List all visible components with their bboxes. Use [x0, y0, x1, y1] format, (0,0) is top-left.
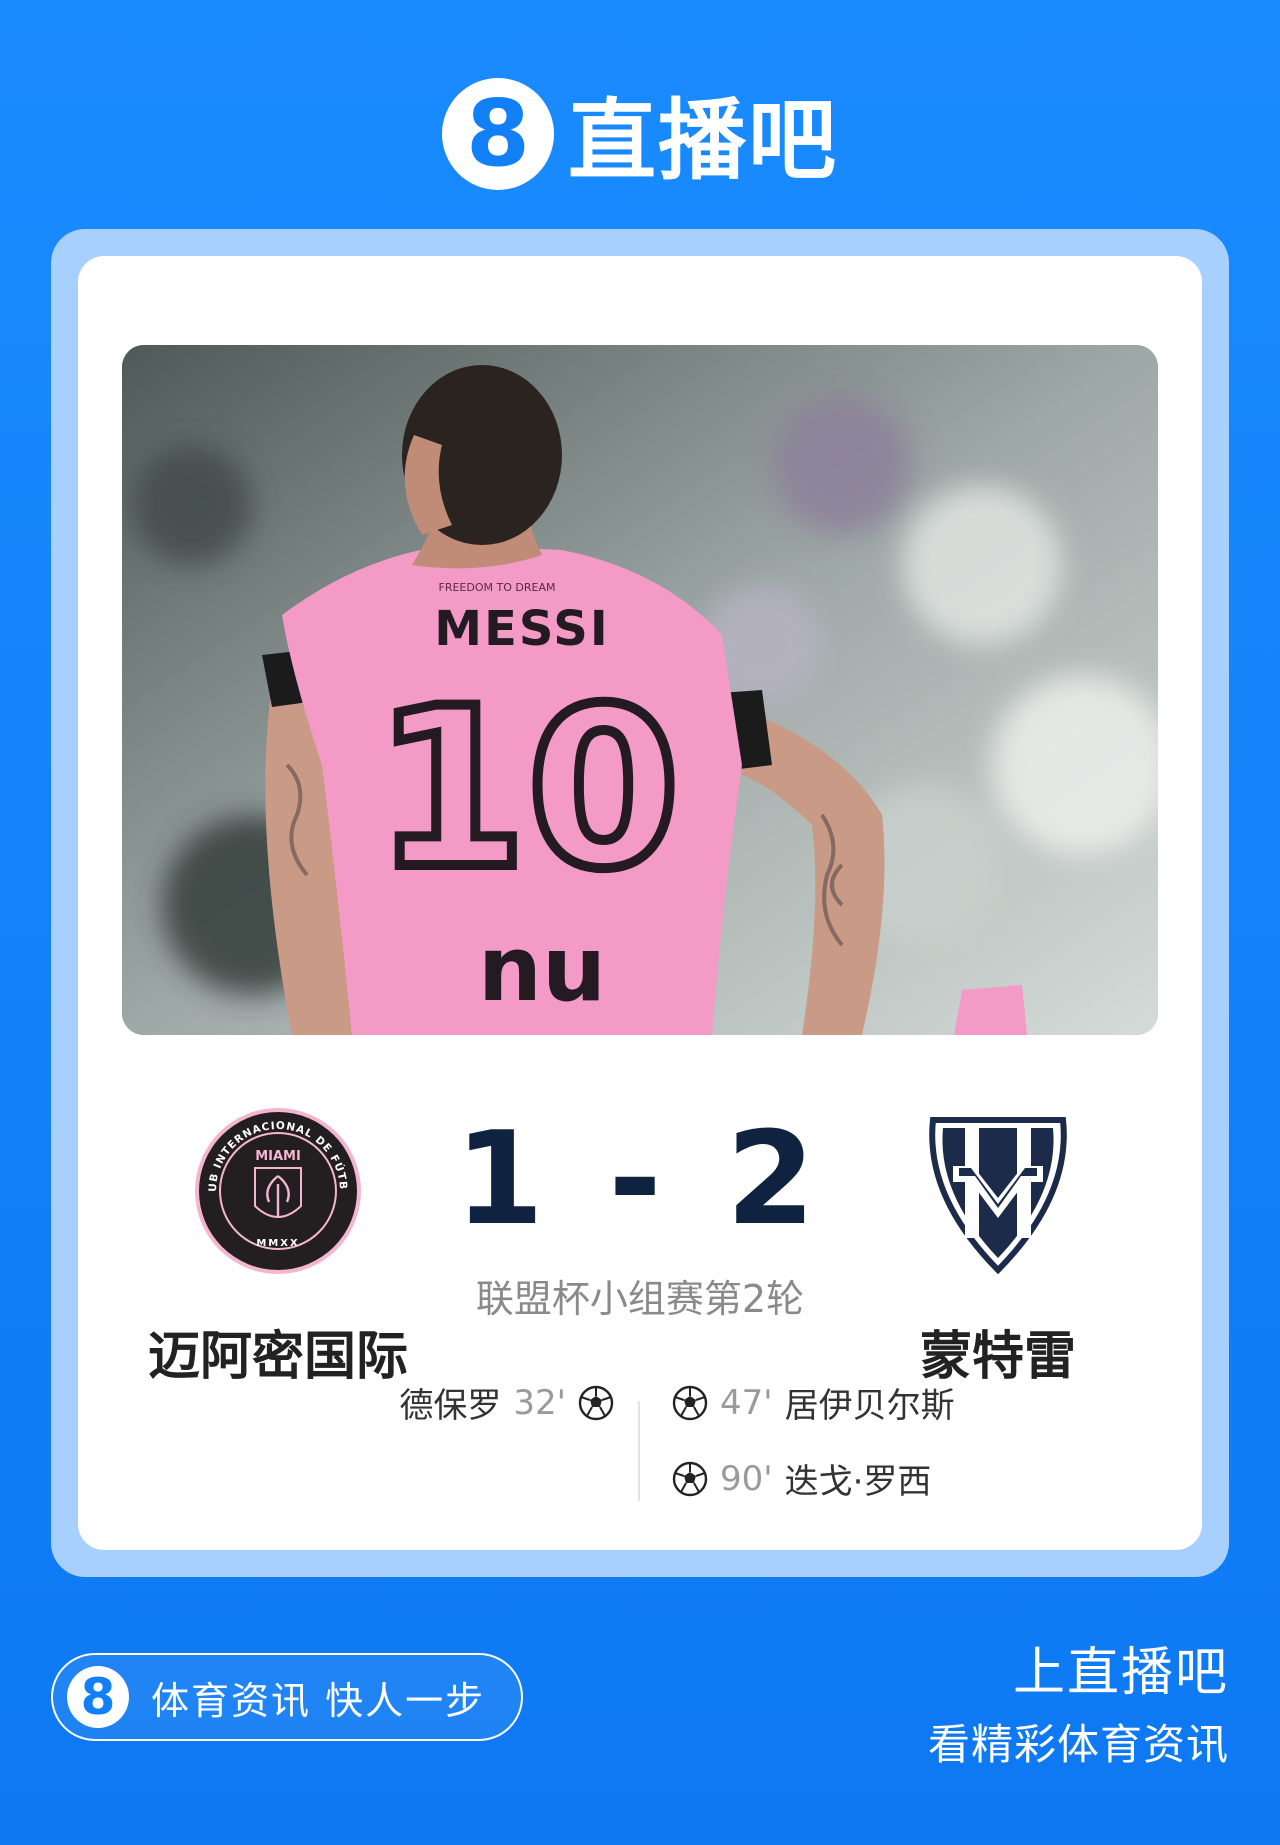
cta-line-2: 看精彩体育资讯 — [927, 1720, 1229, 1769]
brand-header: 8 直播吧 — [0, 70, 1280, 197]
goal-scorer: 居伊贝尔斯 — [784, 1386, 955, 1426]
inter-miami-crest-icon: CLUB INTERNACIONAL DE FÚTBOL MIAMI MMXX — [193, 1106, 361, 1274]
brand-name: 直播吧 — [567, 89, 838, 192]
home-crest-bottom-text: MMXX — [256, 1238, 299, 1249]
home-crest-top-text: MIAMI — [255, 1149, 301, 1164]
jersey-sponsor: nu — [478, 917, 606, 1022]
soccer-ball-icon — [578, 1385, 614, 1420]
match-card: FREEDOM TO DREAM MESSI 10 nu UB INTERNAC… — [78, 256, 1202, 1550]
slogan-pill[interactable]: 8 体育资讯 快人一步 — [51, 1653, 523, 1741]
player-back-illustration: FREEDOM TO DREAM MESSI 10 nu — [122, 345, 1158, 1035]
home-goal-1: 德保罗 32' — [399, 1378, 614, 1427]
jersey-collar-text: FREEDOM TO DREAM — [439, 581, 556, 594]
goal-scorer: 德保罗 — [399, 1386, 502, 1426]
goals-divider — [638, 1401, 640, 1501]
home-team-name: 迈阿密国际 — [148, 1327, 409, 1387]
soccer-ball-icon — [672, 1385, 708, 1420]
match-score: 1 - 2 — [454, 1105, 826, 1254]
match-round: 联盟杯小组赛第2轮 — [475, 1277, 805, 1321]
soccer-ball-icon — [672, 1461, 708, 1496]
jersey-name: MESSI — [434, 601, 609, 657]
away-goal-1: 47' 居伊贝尔斯 — [672, 1378, 955, 1427]
brand-logo-icon: 8 — [67, 1666, 129, 1728]
goal-scorer: 迭戈·罗西 — [784, 1462, 932, 1502]
home-team[interactable]: CLUB INTERNACIONAL DE FÚTBOL MIAMI MMXX … — [148, 1106, 408, 1389]
footer-cta[interactable]: 上直播吧 看精彩体育资讯 — [928, 1630, 1229, 1772]
match-photo: FREEDOM TO DREAM MESSI 10 nu — [122, 345, 1158, 1035]
slogan-text: 体育资讯 快人一步 — [151, 1678, 486, 1723]
monterrey-crest-icon — [929, 1117, 1067, 1275]
goal-minute: 32' — [513, 1382, 566, 1423]
away-goal-2: 90' 迭戈·罗西 — [672, 1454, 931, 1503]
goal-minute: 47' — [720, 1382, 773, 1423]
away-team[interactable]: 蒙特雷 — [868, 1106, 1128, 1389]
match-card-frame: FREEDOM TO DREAM MESSI 10 nu UB INTERNAC… — [51, 229, 1229, 1577]
goal-minute: 90' — [720, 1458, 773, 1499]
brand-logo-icon: 8 — [441, 77, 554, 190]
jersey-number: 10 — [374, 661, 680, 917]
cta-line-1: 上直播吧 — [1012, 1643, 1229, 1703]
